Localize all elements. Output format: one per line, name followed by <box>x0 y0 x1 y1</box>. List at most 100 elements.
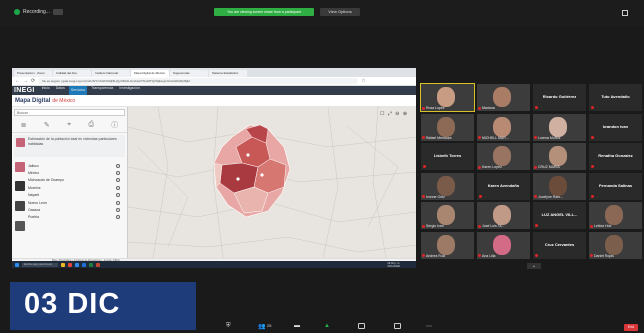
end-meeting-button[interactable]: End <box>624 324 638 331</box>
state-row[interactable]: Puebla <box>28 214 124 221</box>
participant-tile[interactable]: Ricardo Gutiérrez <box>533 84 586 111</box>
start-icon[interactable] <box>15 262 19 267</box>
inegi-nav-item[interactable]: Datos <box>54 86 67 95</box>
state-row[interactable]: Oaxaca <box>28 206 124 213</box>
browser-tab[interactable]: Sugerencias <box>170 70 208 77</box>
browser-tab-strip: Presentación · Zoom Calidad del Aire Insti… <box>12 68 416 77</box>
reactions-icon[interactable] <box>394 323 401 329</box>
excel-icon[interactable] <box>89 262 93 267</box>
participant-tile[interactable]: Ivonne Ortiz <box>421 172 474 200</box>
participant-tile[interactable]: Sergio Ivan <box>421 202 474 229</box>
browser-tab[interactable]: Presentación · Zoom <box>14 70 52 77</box>
view-options-button[interactable]: View Options <box>320 8 360 16</box>
state-row[interactable]: Morelos <box>28 184 124 191</box>
browser-tab[interactable]: Mapa Digital de México <box>131 70 169 77</box>
map-canvas[interactable]: ☐ ⤢ ⊖ ⊕ <box>128 107 416 258</box>
participant-tile[interactable]: Fernanda Salinas <box>589 172 642 200</box>
share-screen-icon[interactable]: ▲ <box>324 323 330 329</box>
state-row[interactable]: Nuevo León <box>28 199 124 206</box>
state-row[interactable]: Nayarit <box>28 192 124 199</box>
participant-tile[interactable]: Rafael Mendoza <box>421 113 474 141</box>
chat-icon[interactable]: ▬ <box>294 323 300 329</box>
participant-tile[interactable]: Lisbeth Torres <box>421 143 474 170</box>
zoom-icon[interactable] <box>75 262 79 267</box>
participant-name: Lisbeth Torres <box>433 153 462 158</box>
back-icon[interactable]: ← <box>15 78 20 84</box>
pause-recording-button[interactable] <box>52 9 63 15</box>
inegi-nav-item[interactable]: Servicios <box>68 86 88 95</box>
participant-tile[interactable]: Cruz Cervantes <box>533 231 586 259</box>
state-radio[interactable] <box>116 171 120 176</box>
participant-tile[interactable]: Tuto Avendaño <box>589 84 642 111</box>
grid-icon[interactable] <box>15 181 25 191</box>
star-icon[interactable]: ☆ <box>361 78 365 84</box>
info-icon[interactable]: ⓘ <box>111 120 118 130</box>
reload-icon[interactable]: ⟳ <box>31 78 35 84</box>
participant-tile[interactable]: MICHELL MAR... <box>477 113 530 141</box>
state-radio[interactable] <box>116 193 120 198</box>
participant-tile[interactable]: brandon ivan <box>589 113 642 141</box>
participant-tile[interactable]: Daniel Rojas <box>589 231 642 259</box>
state-radio[interactable] <box>116 215 120 220</box>
state-radio[interactable] <box>116 185 120 190</box>
participant-tile[interactable]: Jocelyne Ram... <box>533 172 586 200</box>
map-controls[interactable]: ☐ ⤢ ⊖ ⊕ <box>380 111 408 117</box>
layers-icon[interactable]: ≣ <box>21 121 27 129</box>
participant-name: Tuto Avendaño <box>601 94 630 99</box>
table-icon[interactable] <box>15 201 25 211</box>
chrome-icon[interactable] <box>68 262 72 267</box>
url-field[interactable]: No es seguro | gaia.inegi.org.mx/mdm6/?v… <box>38 78 359 84</box>
powerpoint-icon[interactable] <box>96 262 100 267</box>
word-icon[interactable] <box>82 262 86 267</box>
participant-tile[interactable]: Mariana <box>477 84 530 111</box>
folder-icon[interactable] <box>61 262 65 267</box>
record-icon[interactable] <box>358 323 365 329</box>
participant-tile[interactable]: CRUZ MARIA <box>533 143 586 170</box>
browser-tab[interactable]: Sistema Estadístico <box>209 70 247 77</box>
browser-tab[interactable]: Instituto Nacional <box>92 70 130 77</box>
measure-icon[interactable]: ⌖ <box>67 121 71 129</box>
security-icon[interactable]: ⛨ <box>226 323 231 330</box>
participant-tile[interactable]: LUZ ANGEL VILL... <box>533 202 586 229</box>
participant-tile[interactable]: Leticia Hdz <box>589 202 642 229</box>
inegi-nav-item[interactable]: Investigación <box>117 86 141 95</box>
mic-muted-icon <box>478 136 481 139</box>
browser-tab[interactable]: Calidad del Aire <box>53 70 91 77</box>
draw-icon[interactable]: ✎ <box>44 121 50 129</box>
recording-indicator[interactable]: Recording... <box>14 9 63 15</box>
state-row[interactable]: Jalisco <box>28 162 124 169</box>
participant-tile[interactable]: Ana Lilia <box>477 231 530 259</box>
gallery-next-page-icon[interactable]: ⌄ <box>527 263 541 269</box>
theme-icon[interactable] <box>15 162 25 172</box>
participant-tile[interactable]: Renatha Gonzalez <box>589 143 642 170</box>
taskbar-search[interactable]: Escribe aquí para buscar <box>22 262 58 267</box>
participant-tile[interactable]: Karen Lopez <box>477 143 530 170</box>
inegi-logo[interactable]: INEGI <box>14 87 35 94</box>
participant-tile[interactable]: Lorena Muñoz <box>533 113 586 141</box>
mic-muted-icon <box>423 165 426 168</box>
participant-tile[interactable]: José Luis Ta... <box>477 202 530 229</box>
inegi-nav-item[interactable]: Transparencia <box>89 86 115 95</box>
state-radio[interactable] <box>116 208 120 213</box>
state-radio[interactable] <box>116 178 120 183</box>
participant-tile[interactable]: Andrea Ruiz <box>421 231 474 259</box>
forward-icon[interactable]: → <box>23 78 28 84</box>
map-search-input[interactable]: Buscar <box>14 109 125 116</box>
state-radio[interactable] <box>116 163 120 168</box>
participant-video <box>549 116 567 137</box>
chart-icon[interactable] <box>15 221 25 231</box>
fullscreen-icon[interactable] <box>622 10 628 16</box>
state-row[interactable]: México <box>28 169 124 176</box>
layer-icon <box>16 138 25 147</box>
state-radio[interactable] <box>116 200 120 205</box>
mdm-workspace: Buscar ≣ ✎ ⌖ ⎙ ⓘ Estimación de la poblac… <box>12 107 416 258</box>
participant-tile[interactable]: Rosa Lopez <box>420 83 475 112</box>
recording-dot-icon <box>14 9 20 15</box>
address-bar: ← → ⟳ No es seguro | gaia.inegi.org.mx/m… <box>12 77 416 86</box>
print-icon[interactable]: ⎙ <box>88 121 94 129</box>
more-icon[interactable]: ⋯ <box>426 323 432 330</box>
participants-icon[interactable]: 👥 <box>258 323 265 330</box>
participant-tile[interactable]: Karen Avendaño <box>477 172 530 200</box>
inegi-nav-item[interactable]: Inicio <box>40 86 52 95</box>
state-row[interactable]: Michoacán de Ocampo <box>28 177 124 184</box>
